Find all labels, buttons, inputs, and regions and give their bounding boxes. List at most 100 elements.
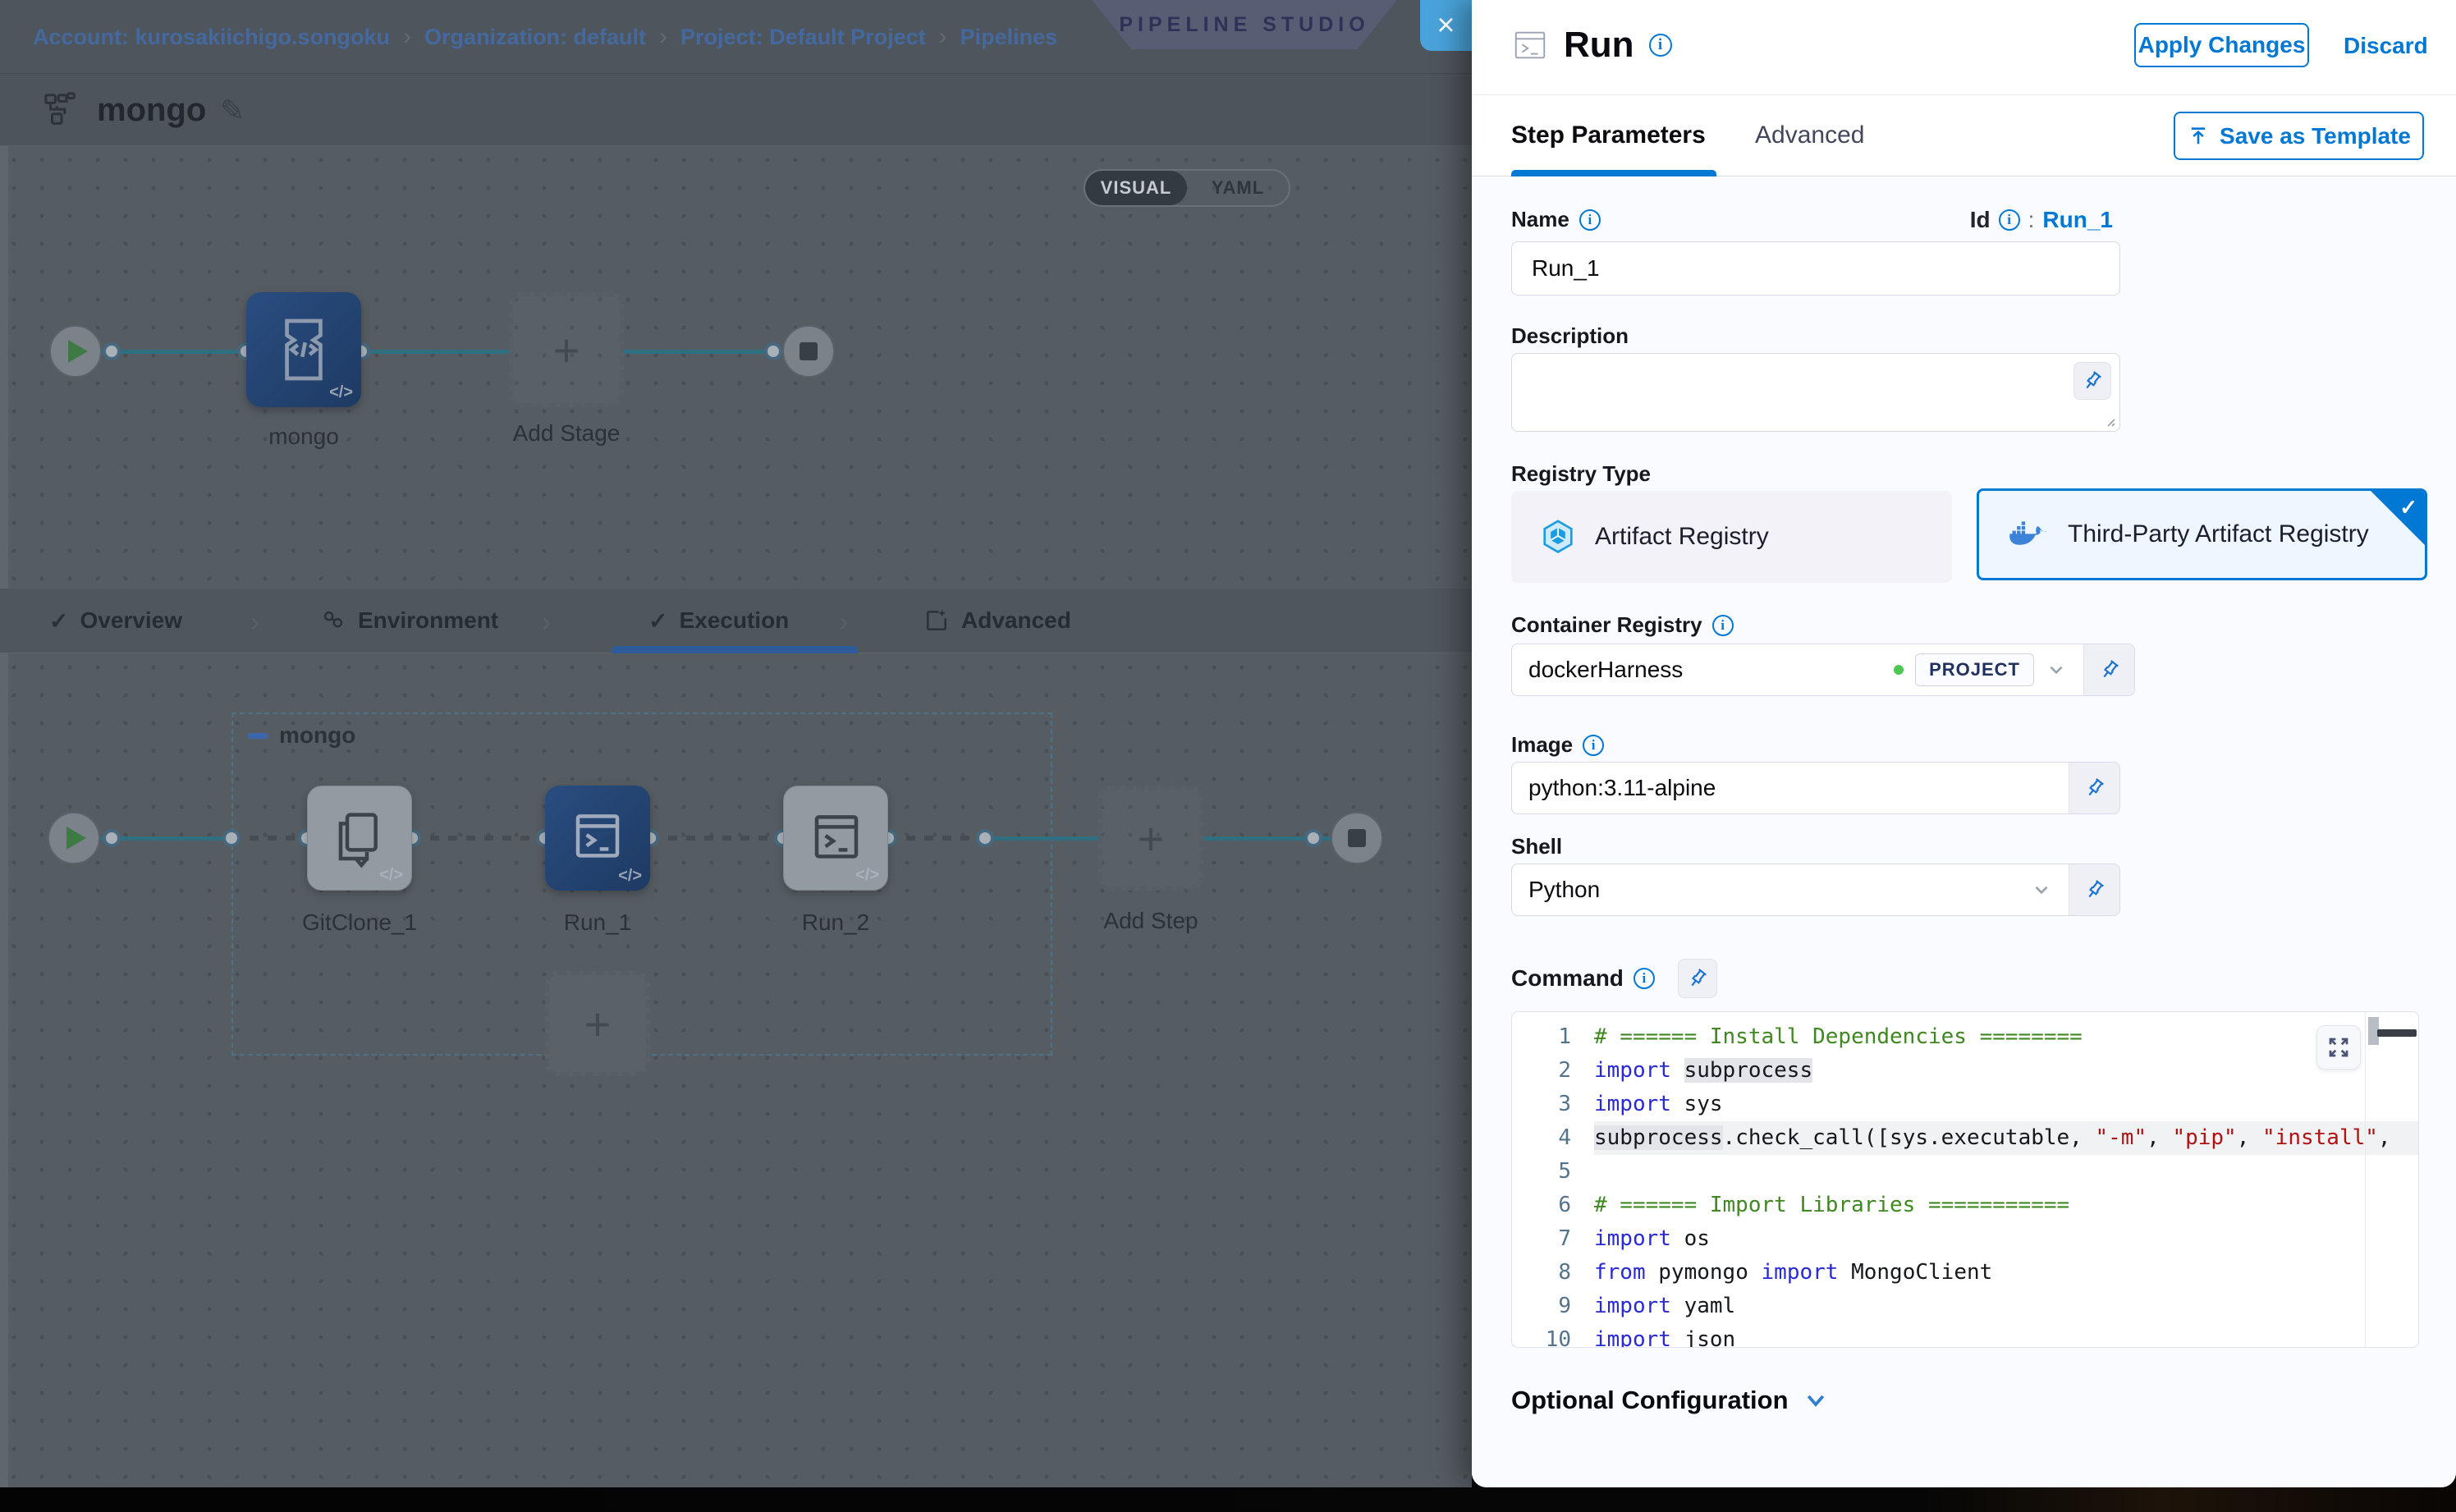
chevron-right-icon: ›	[542, 607, 551, 639]
code-line[interactable]: 4subprocess.check_call([sys.executable, …	[1512, 1121, 2418, 1155]
line-number: 5	[1512, 1155, 1594, 1189]
add-stage-label[interactable]: Add Stage	[513, 420, 621, 447]
breadcrumb-separator-icon: ›	[403, 23, 411, 51]
code-line[interactable]: 7import os	[1512, 1222, 2418, 1256]
info-icon[interactable]: i	[1999, 209, 2020, 231]
step-parameters-form: Name i Id i : Run_1 Description Registry…	[1472, 177, 2456, 1487]
tab-environment[interactable]: Environment	[320, 589, 498, 653]
stage-connector	[361, 350, 509, 354]
docker-icon	[2007, 516, 2050, 552]
port	[1304, 829, 1322, 847]
add-step-button[interactable]: +	[1098, 786, 1203, 891]
step-label-gitclone-1[interactable]: GitClone_1	[302, 909, 417, 936]
tab-execution[interactable]: ✓ Execution	[648, 589, 789, 653]
expand-editor-button[interactable]	[2316, 1025, 2361, 1070]
pin-input-type-button[interactable]	[2069, 864, 2119, 915]
apply-changes-button[interactable]: Apply Changes	[2134, 23, 2309, 67]
info-icon[interactable]: i	[1583, 735, 1604, 756]
description-textarea[interactable]	[1511, 353, 2120, 432]
code-line[interactable]: 1# ====== Install Dependencies ========	[1512, 1020, 2418, 1054]
pin-input-type-button[interactable]	[2083, 644, 2134, 695]
save-as-template-button[interactable]: Save as Template	[2174, 112, 2424, 160]
pin-icon	[1687, 968, 1708, 989]
image-input[interactable]: python:3.11-alpine	[1512, 763, 2069, 813]
toggle-visual[interactable]: VISUAL	[1085, 171, 1187, 205]
code-line-content: # ====== Import Libraries ===========	[1594, 1189, 2418, 1222]
breadcrumb-pipelines[interactable]: Pipelines	[960, 25, 1058, 50]
step-label-run-2[interactable]: Run_2	[802, 909, 870, 936]
stage-canvas[interactable]	[0, 146, 1472, 589]
stage-node-mongo[interactable]: </>	[246, 292, 361, 407]
tab-advanced[interactable]: Advanced	[923, 589, 1071, 653]
add-step-label[interactable]: Add Step	[1103, 908, 1198, 934]
breadcrumb-project[interactable]: Project: Default Project	[680, 25, 926, 50]
fullscreen-icon	[2326, 1035, 2351, 1060]
code-line[interactable]: 2import subprocess	[1512, 1054, 2418, 1088]
tab-environment-label: Environment	[358, 607, 498, 634]
code-line[interactable]: 8from pymongo import MongoClient	[1512, 1256, 2418, 1290]
chevron-down-icon[interactable]	[2031, 879, 2052, 900]
pin-input-type-button[interactable]	[1678, 959, 1717, 998]
port	[103, 829, 121, 847]
breadcrumb-account[interactable]: Account: kurosakiichigo.songoku	[33, 25, 390, 50]
code-line[interactable]: 10import json	[1512, 1323, 2418, 1348]
step-node-gitclone-1[interactable]: </>	[307, 786, 412, 891]
container-registry-select[interactable]: dockerHarness PROJECT	[1512, 644, 2083, 695]
discard-button[interactable]: Discard	[2344, 33, 2428, 59]
step-node-run-1-selected[interactable]: </>	[545, 786, 650, 891]
line-number: 3	[1512, 1088, 1594, 1121]
visual-yaml-toggle: VISUAL YAML	[1084, 169, 1290, 207]
code-lines: 1# ====== Install Dependencies ========2…	[1512, 1012, 2418, 1348]
info-icon[interactable]: i	[1649, 34, 1672, 57]
pin-input-type-button[interactable]	[2069, 763, 2119, 813]
pipeline-title-bar: mongo ✎ VISUAL YAML	[0, 74, 1472, 146]
command-code-editor[interactable]: 1# ====== Install Dependencies ========2…	[1511, 1011, 2419, 1348]
resize-handle[interactable]	[2103, 415, 2116, 428]
step-group-label: mongo	[279, 722, 355, 749]
add-stage-button[interactable]: +	[509, 292, 624, 407]
code-line-content: from pymongo import MongoClient	[1594, 1256, 2418, 1290]
id-value[interactable]: Run_1	[2042, 207, 2113, 233]
info-icon[interactable]: i	[1634, 968, 1655, 989]
image-field: python:3.11-alpine	[1511, 762, 2120, 814]
shell-select[interactable]: Python	[1512, 864, 2069, 915]
code-line[interactable]: 3import sys	[1512, 1088, 2418, 1121]
registry-option-artifact[interactable]: Artifact Registry	[1511, 491, 1952, 583]
pin-input-type-button[interactable]	[2073, 362, 2111, 400]
optional-configuration-toggle[interactable]: Optional Configuration	[1511, 1386, 1828, 1415]
add-parallel-step-button[interactable]: +	[545, 971, 650, 1076]
tab-step-parameters[interactable]: Step Parameters	[1511, 121, 1706, 149]
chevron-right-icon: ›	[250, 607, 259, 639]
tab-advanced-panel[interactable]: Advanced	[1755, 121, 1864, 149]
exec-connector-dotted	[650, 836, 783, 841]
pipeline-end-node	[782, 325, 835, 378]
shell-value: Python	[1528, 877, 1600, 903]
code-line[interactable]: 5	[1512, 1155, 2418, 1189]
line-number: 4	[1512, 1121, 1594, 1155]
pipeline-icon	[43, 92, 80, 134]
code-line[interactable]: 6# ====== Import Libraries ===========	[1512, 1189, 2418, 1222]
close-panel-button[interactable]: ×	[1420, 0, 1472, 51]
stage-label[interactable]: mongo	[268, 424, 339, 450]
chevron-down-icon[interactable]	[2046, 659, 2067, 680]
panel-header: Run i Apply Changes Discard	[1472, 0, 2456, 94]
tab-overview[interactable]: ✓ Overview	[49, 589, 182, 653]
step-node-run-2[interactable]: </>	[783, 786, 888, 891]
name-input[interactable]	[1511, 241, 2120, 296]
edit-pipeline-icon[interactable]: ✎	[220, 94, 245, 128]
panel-title: Run	[1564, 25, 1634, 66]
registry-option-third-party[interactable]: Third-Party Artifact Registry ✓	[1977, 488, 2427, 580]
collapse-group-icon[interactable]	[248, 733, 268, 739]
info-icon[interactable]: i	[1579, 209, 1601, 231]
id-separator: :	[2028, 207, 2035, 233]
step-label-run-1[interactable]: Run_1	[564, 909, 632, 936]
breadcrumb-organization[interactable]: Organization: default	[424, 25, 646, 50]
pin-icon	[2084, 879, 2105, 900]
pin-icon	[2082, 370, 2103, 392]
check-icon: ✓	[49, 607, 68, 635]
code-line[interactable]: 9import yaml	[1512, 1290, 2418, 1323]
exec-connector	[985, 836, 1098, 841]
step-group-header[interactable]: mongo	[248, 722, 355, 749]
info-icon[interactable]: i	[1712, 615, 1734, 636]
toggle-yaml[interactable]: YAML	[1187, 171, 1289, 205]
